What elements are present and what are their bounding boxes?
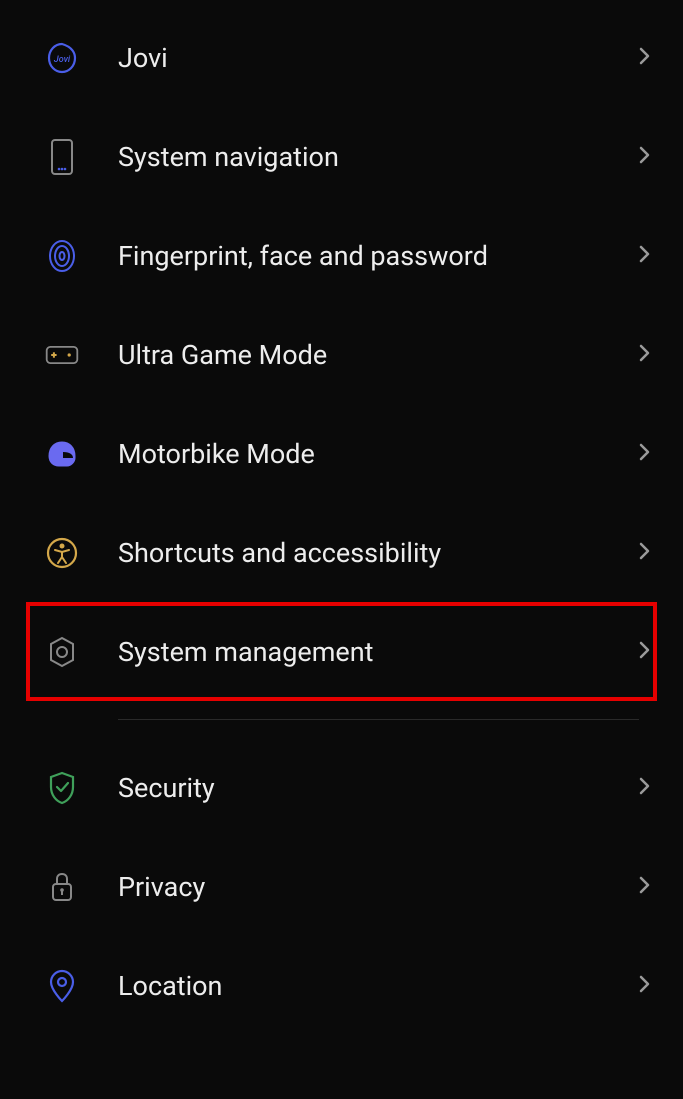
settings-item-location[interactable]: Location — [0, 936, 683, 1035]
settings-item-security[interactable]: Security — [0, 738, 683, 837]
settings-item-ultra-game-mode[interactable]: Ultra Game Mode — [0, 305, 683, 404]
item-label: Location — [118, 970, 635, 1002]
chevron-right-icon — [635, 776, 655, 800]
chevron-right-icon — [635, 442, 655, 466]
chevron-right-icon — [635, 244, 655, 268]
location-pin-icon — [44, 968, 80, 1004]
settings-item-motorbike-mode[interactable]: Motorbike Mode — [0, 404, 683, 503]
chevron-right-icon — [635, 541, 655, 565]
gamepad-icon — [44, 337, 80, 373]
settings-item-system-management[interactable]: System management — [26, 602, 657, 701]
item-label: System management — [118, 636, 635, 668]
item-label: Jovi — [118, 42, 635, 74]
item-label: Ultra Game Mode — [118, 339, 635, 371]
accessibility-icon — [44, 535, 80, 571]
item-label: Fingerprint, face and password — [118, 240, 635, 272]
jovi-icon: Jovi — [44, 40, 80, 76]
settings-item-fingerprint[interactable]: Fingerprint, face and password — [0, 206, 683, 305]
fingerprint-icon — [44, 238, 80, 274]
lock-icon — [44, 869, 80, 905]
svg-text:Jovi: Jovi — [54, 55, 71, 65]
item-label: Privacy — [118, 871, 635, 903]
phone-nav-icon — [44, 139, 80, 175]
shield-check-icon — [44, 770, 80, 806]
chevron-right-icon — [635, 343, 655, 367]
settings-item-privacy[interactable]: Privacy — [0, 837, 683, 936]
helmet-icon — [44, 436, 80, 472]
divider — [118, 719, 639, 720]
chevron-right-icon — [635, 875, 655, 899]
chevron-right-icon — [635, 640, 655, 664]
settings-item-shortcuts-accessibility[interactable]: Shortcuts and accessibility — [0, 503, 683, 602]
chevron-right-icon — [635, 974, 655, 998]
gear-hex-icon — [44, 634, 80, 670]
item-label: Motorbike Mode — [118, 438, 635, 470]
settings-list: Jovi Jovi System navigation — [0, 0, 683, 1035]
item-label: System navigation — [118, 141, 635, 173]
item-label: Shortcuts and accessibility — [118, 537, 635, 569]
settings-item-system-navigation[interactable]: System navigation — [0, 107, 683, 206]
chevron-right-icon — [635, 46, 655, 70]
item-label: Security — [118, 772, 635, 804]
chevron-right-icon — [635, 145, 655, 169]
settings-item-jovi[interactable]: Jovi Jovi — [0, 8, 683, 107]
